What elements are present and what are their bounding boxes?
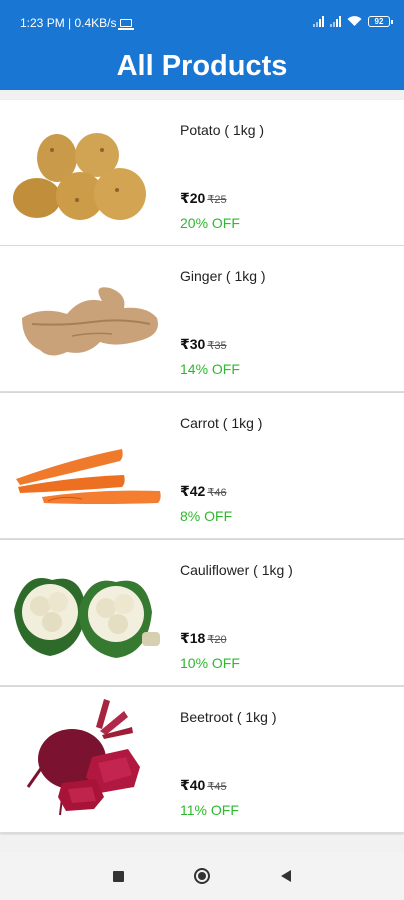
product-card-beetroot[interactable]: Beetroot ( 1kg ) ₹40 ₹45 11% OFF: [0, 687, 404, 833]
cauliflower-image: [14, 578, 160, 658]
status-time: 1:23 PM | 0.4KB/s: [20, 16, 117, 30]
carrot-image: [16, 449, 161, 504]
signal-icon: [313, 15, 324, 27]
price-row: ₹42 ₹46: [180, 483, 227, 500]
signal-icon: [330, 15, 341, 27]
product-mrp: ₹46: [207, 487, 227, 499]
product-name: Cauliflower ( 1kg ): [180, 562, 293, 578]
price-row: ₹18 ₹20: [180, 630, 227, 647]
ginger-image: [22, 287, 158, 356]
product-price: ₹18: [180, 630, 206, 646]
app-bar: All Products: [0, 44, 404, 90]
recents-button[interactable]: [108, 866, 128, 886]
product-discount: 10% OFF: [180, 655, 240, 671]
product-mrp: ₹35: [207, 340, 227, 352]
back-icon: [281, 870, 291, 882]
status-bar: 1:23 PM | 0.4KB/s 92: [0, 0, 404, 44]
product-discount: 11% OFF: [180, 802, 239, 818]
price-row: ₹40 ₹45: [180, 777, 227, 794]
beetroot-image: [26, 699, 140, 816]
price-row: ₹30 ₹35: [180, 336, 227, 353]
product-card-cauliflower[interactable]: Cauliflower ( 1kg ) ₹18 ₹20 10% OFF: [0, 540, 404, 686]
page-title: All Products: [116, 50, 288, 82]
product-mrp: ₹45: [207, 781, 227, 793]
product-name: Ginger ( 1kg ): [180, 268, 266, 284]
product-price: ₹40: [180, 777, 206, 793]
keyboard-icon: [117, 19, 134, 30]
system-nav-bar: [0, 852, 404, 900]
status-right: 92: [313, 15, 393, 27]
product-card-carrot[interactable]: Carrot ( 1kg ) ₹42 ₹46 8% OFF: [0, 393, 404, 539]
status-left: 1:23 PM | 0.4KB/s: [20, 16, 134, 30]
home-button[interactable]: [192, 866, 212, 886]
home-icon: [194, 868, 210, 884]
product-mrp: ₹25: [207, 194, 227, 206]
product-name: Carrot ( 1kg ): [180, 415, 263, 431]
product-discount: 14% OFF: [180, 361, 240, 377]
product-card-ginger[interactable]: Ginger ( 1kg ) ₹30 ₹35 14% OFF: [0, 246, 404, 392]
product-mrp: ₹20: [207, 634, 227, 646]
price-row: ₹20 ₹25: [180, 190, 227, 207]
product-name: Potato ( 1kg ): [180, 122, 265, 138]
battery-icon: 92: [368, 15, 393, 27]
recents-icon: [112, 870, 124, 882]
product-name: Beetroot ( 1kg ): [180, 709, 277, 725]
battery-level: 92: [374, 16, 384, 26]
product-price: ₹42: [180, 483, 206, 499]
product-discount: 20% OFF: [180, 215, 240, 231]
product-price: ₹30: [180, 336, 206, 352]
potato-image: [13, 133, 146, 220]
product-discount: 8% OFF: [180, 508, 233, 524]
back-button[interactable]: [276, 866, 296, 886]
product-card-potato[interactable]: Potato ( 1kg ) ₹20 ₹25 20% OFF: [0, 100, 404, 246]
product-price: ₹20: [180, 190, 206, 206]
wifi-icon: [347, 16, 362, 26]
